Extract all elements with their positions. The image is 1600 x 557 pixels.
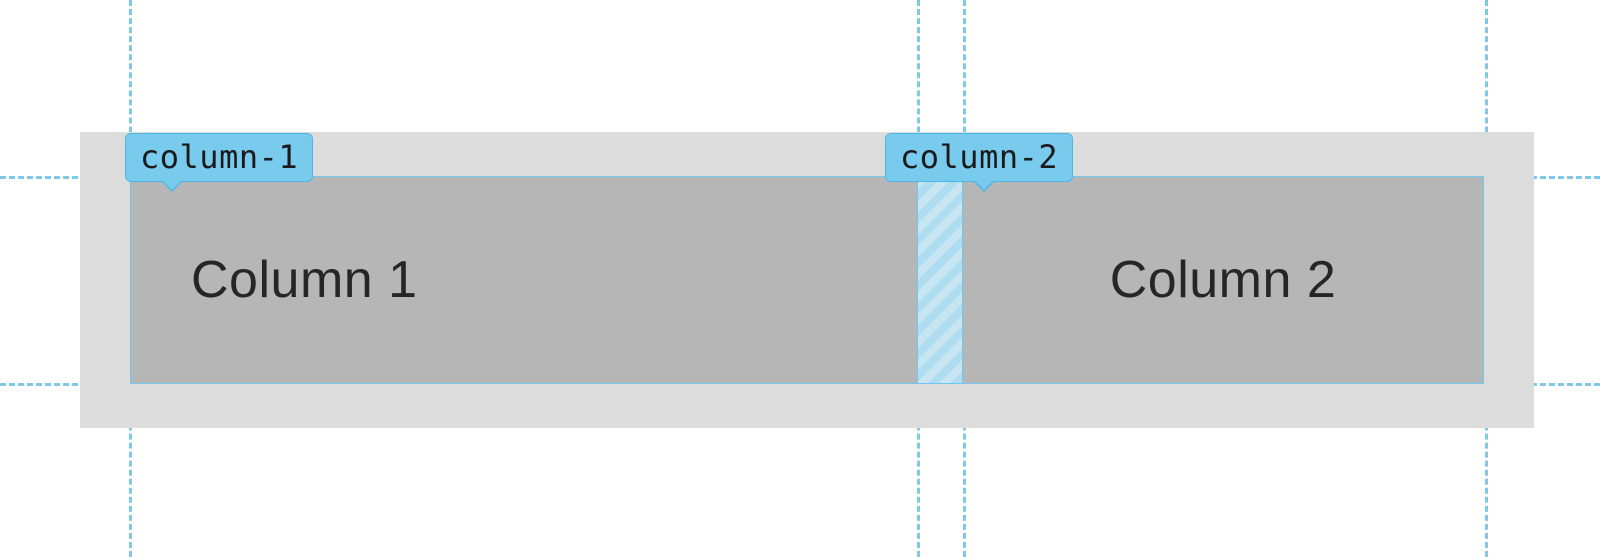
grid-line-label-column-2[interactable]: column-2 — [885, 133, 1073, 182]
column-2-content: Column 2 — [1110, 250, 1337, 310]
grid-column-1[interactable]: column-1 Column 1 — [130, 176, 918, 384]
grid-track: column-1 Column 1 column-2 Column 2 — [130, 176, 1484, 384]
grid-container: column-1 Column 1 column-2 Column 2 — [80, 132, 1534, 428]
grid-gap — [918, 176, 962, 384]
grid-gap-hatch-icon — [918, 177, 962, 383]
grid-line-label-text: column-2 — [900, 138, 1058, 176]
grid-line-label-text: column-1 — [140, 138, 298, 176]
column-1-content: Column 1 — [191, 250, 418, 310]
grid-column-2[interactable]: column-2 Column 2 — [962, 176, 1484, 384]
grid-line-label-column-1[interactable]: column-1 — [125, 133, 313, 182]
